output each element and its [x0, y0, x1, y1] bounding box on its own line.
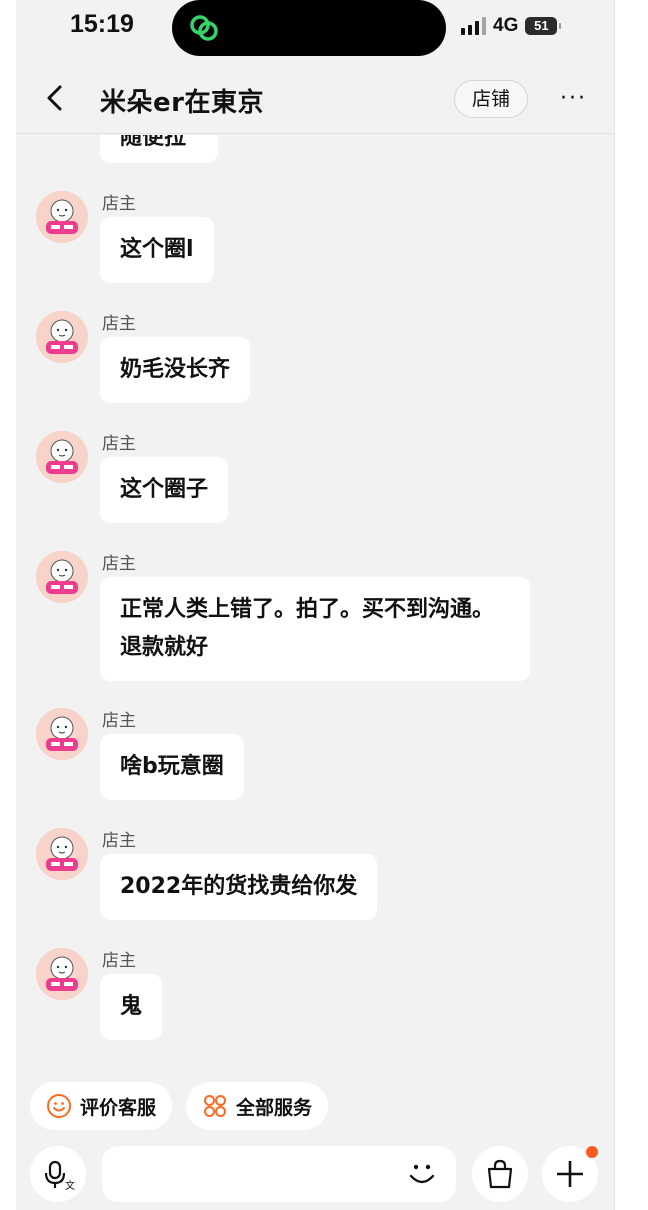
message-bubble[interactable]: 啥b玩意圈	[100, 734, 244, 800]
sender-name: 店主	[102, 434, 136, 454]
chat-app-logo-icon	[190, 15, 218, 41]
shop-button[interactable]: 店铺	[454, 80, 528, 118]
shop-owner-avatar[interactable]	[36, 828, 88, 880]
message-input[interactable]	[102, 1146, 456, 1202]
sender-name: 店主	[102, 711, 136, 731]
sender-name: 店主	[102, 194, 136, 214]
message-bubble[interactable]: 正常人类上错了。拍了。买不到沟通。退款就好	[100, 577, 530, 681]
signal-icon	[461, 17, 486, 35]
side-margin	[614, 0, 648, 1210]
more-functions-button[interactable]	[542, 1144, 600, 1202]
dynamic-island	[172, 0, 446, 56]
sender-name: 店主	[102, 554, 136, 574]
voice-translate-button[interactable]: 文	[30, 1146, 86, 1202]
status-bar: 15:19 4G 51	[16, 0, 614, 60]
status-time: 15:19	[70, 10, 134, 38]
partial-message-bubble: 随便拉	[100, 135, 218, 163]
sender-name: 店主	[102, 314, 136, 334]
shop-owner-avatar[interactable]	[36, 191, 88, 243]
message-bubble[interactable]: 奶毛没长齐	[100, 337, 251, 403]
chat-header: 米朵er在東京 店铺 ···	[16, 62, 614, 134]
message-bubble[interactable]: 鬼	[100, 974, 163, 1040]
shop-owner-avatar[interactable]	[36, 551, 88, 603]
shop-owner-avatar[interactable]	[36, 431, 88, 483]
product-button[interactable]	[472, 1146, 528, 1202]
shop-owner-avatar[interactable]	[36, 948, 88, 1000]
shop-owner-avatar[interactable]	[36, 311, 88, 363]
message-bubble[interactable]: 这个圈子	[100, 457, 229, 523]
more-options-icon[interactable]: ···	[560, 84, 594, 114]
phone-screen: 15:19 4G 51 米朵er在東京 店铺 ··· 随便拉 店主 这个圈l 店主奶…	[16, 0, 614, 1210]
notification-dot	[584, 1144, 600, 1160]
chat-title: 米朵er在東京	[100, 88, 264, 118]
status-indicators: 4G 51	[461, 14, 562, 38]
quick-actions: 评价客服 全部服务	[30, 1082, 329, 1130]
smile-icon	[47, 1094, 71, 1118]
plus-icon	[557, 1161, 583, 1187]
all-services-button[interactable]: 全部服务	[186, 1082, 329, 1130]
message-bubble[interactable]: 2022年的货找贵给你发	[100, 854, 378, 920]
sender-name: 店主	[102, 951, 136, 971]
rate-service-button[interactable]: 评价客服	[30, 1082, 173, 1130]
rate-service-label: 评价客服	[80, 1096, 157, 1119]
emoji-icon[interactable]	[404, 1156, 440, 1192]
shop-owner-avatar[interactable]	[36, 708, 88, 760]
microphone-icon: 文	[44, 1160, 75, 1191]
network-type: 4G	[493, 15, 519, 36]
sender-name: 店主	[102, 831, 136, 851]
battery-icon: 51	[525, 17, 562, 35]
all-services-label: 全部服务	[236, 1096, 313, 1119]
svg-text:文: 文	[65, 1179, 75, 1191]
back-arrow-icon[interactable]	[40, 82, 70, 114]
grid-icon	[204, 1095, 227, 1117]
shopping-bag-icon	[487, 1159, 513, 1189]
message-list[interactable]: 随便拉 店主 这个圈l 店主 奶毛没长齐 店主 这个圈子 店主 正常人类上错了。拍了。买不到沟…	[16, 135, 614, 1070]
input-bar: 文	[16, 1142, 614, 1210]
message-bubble[interactable]: 这个圈l	[100, 217, 214, 283]
